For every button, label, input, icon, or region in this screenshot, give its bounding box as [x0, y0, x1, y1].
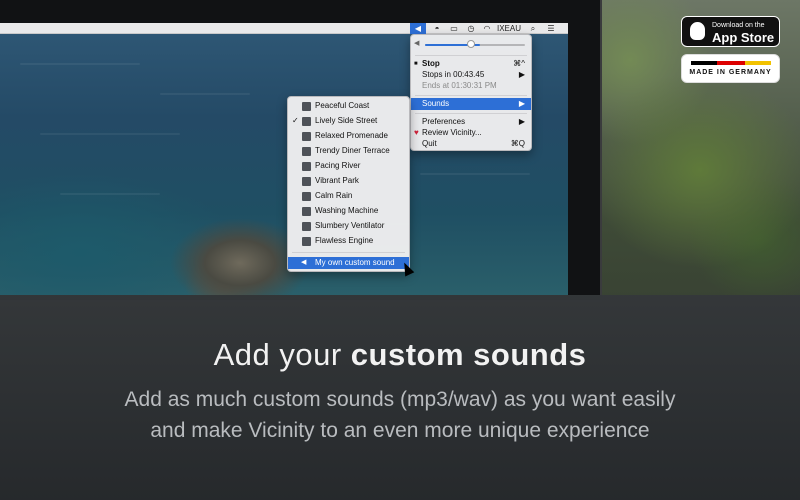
made-in-germany-badge: MADE IN GERMANY — [681, 54, 780, 83]
promenade-icon — [302, 132, 311, 141]
street-icon — [302, 117, 311, 126]
sound-label: My own custom sound — [315, 258, 395, 267]
sound-label: Calm Rain — [315, 191, 353, 200]
quit-shortcut: ⌘Q — [510, 139, 525, 148]
apple-logo-icon — [690, 22, 705, 40]
menu-bar: ◀ ◓ ▭ ◷ ◠ IXEAU ⌕ ☰ — [0, 23, 568, 34]
sound-item[interactable]: Flawless Engine — [288, 235, 409, 247]
sound-item[interactable]: Pacing River — [288, 160, 409, 172]
description: Add as much custom sounds (mp3/wav) as y… — [60, 384, 740, 446]
sounds-submenu: Peaceful Coast ✓ Lively Side Street Rela… — [287, 96, 410, 272]
sounds-label: Sounds — [422, 99, 450, 108]
sound-item[interactable]: ✓ Lively Side Street — [288, 115, 409, 127]
park-icon — [302, 177, 311, 186]
engine-icon — [302, 237, 311, 246]
sound-item[interactable]: Peaceful Coast — [288, 100, 409, 112]
sound-item[interactable]: Slumbery Ventilator — [288, 220, 409, 232]
bowl-icon[interactable]: ◓ — [430, 23, 444, 34]
app-store-badge[interactable]: Download on the App Store — [681, 16, 780, 47]
sound-label: Slumbery Ventilator — [315, 221, 385, 230]
german-flag-icon — [691, 61, 771, 65]
sound-label: Lively Side Street — [315, 116, 378, 125]
user-menu[interactable]: IXEAU — [496, 23, 522, 34]
quit-label: Quit — [422, 139, 437, 148]
list-icon[interactable]: ☰ — [544, 23, 558, 34]
checkmark-icon: ✓ — [292, 116, 299, 125]
sound-label: Peaceful Coast — [315, 101, 370, 110]
ends-at-label: Ends at 01:30:31 PM — [422, 81, 497, 90]
headline-plain: Add your — [213, 337, 351, 372]
submenu-arrow-icon: ▶ — [518, 99, 525, 108]
search-icon[interactable]: ⌕ — [527, 23, 539, 34]
app-store-small-text: Download on the — [712, 22, 765, 29]
sounds-item[interactable]: Sounds ▶ — [411, 98, 531, 110]
volume-speaker-icon: ◀ — [414, 40, 420, 47]
app-store-big-text: App Store — [712, 30, 775, 45]
headline-bold: custom sounds — [350, 337, 587, 372]
sound-item[interactable]: Trendy Diner Terrace — [288, 145, 409, 157]
timer-icon[interactable]: ◷ — [464, 23, 478, 34]
sound-item[interactable]: Vibrant Park — [288, 175, 409, 187]
washing-machine-icon — [302, 207, 311, 216]
made-in-text: MADE IN GERMANY — [689, 69, 772, 76]
ventilator-icon — [302, 222, 311, 231]
window-icon[interactable]: ▭ — [447, 23, 461, 34]
volume-slider-knob[interactable] — [467, 40, 475, 48]
vicinity-menu: ◀ ■ Stop ⌘^ Stops in 00:43.45 ▶ Ends at … — [410, 34, 532, 151]
description-line-1: Add as much custom sounds (mp3/wav) as y… — [124, 388, 676, 411]
wifi-icon[interactable]: ◠ — [480, 23, 494, 34]
headline: Add your custom sounds — [0, 337, 800, 373]
sound-label: Vibrant Park — [315, 176, 359, 185]
vicinity-menu-extra[interactable]: ◀ — [410, 23, 426, 34]
river-icon — [302, 162, 311, 171]
custom-sound-item[interactable]: ◀ My own custom sound — [288, 257, 409, 269]
sound-label: Washing Machine — [315, 206, 379, 215]
description-line-2: and make Vicinity to an even more unique… — [150, 419, 650, 442]
sound-label: Pacing River — [315, 161, 361, 170]
diner-icon — [302, 147, 311, 156]
sound-label: Flawless Engine — [315, 236, 374, 245]
speaker-icon: ◀ — [414, 24, 422, 33]
ends-at-item: Ends at 01:30:31 PM — [411, 80, 531, 92]
rain-icon — [302, 192, 311, 201]
sound-item[interactable]: Washing Machine — [288, 205, 409, 217]
quit-item[interactable]: Quit ⌘Q — [411, 138, 531, 150]
coast-icon — [302, 102, 311, 111]
sound-item[interactable]: Relaxed Promenade — [288, 130, 409, 142]
sound-label: Trendy Diner Terrace — [315, 146, 390, 155]
sound-item[interactable]: Calm Rain — [288, 190, 409, 202]
sound-label: Relaxed Promenade — [315, 131, 388, 140]
volume-slider[interactable] — [425, 44, 525, 46]
speaker-icon: ◀ — [301, 259, 307, 266]
